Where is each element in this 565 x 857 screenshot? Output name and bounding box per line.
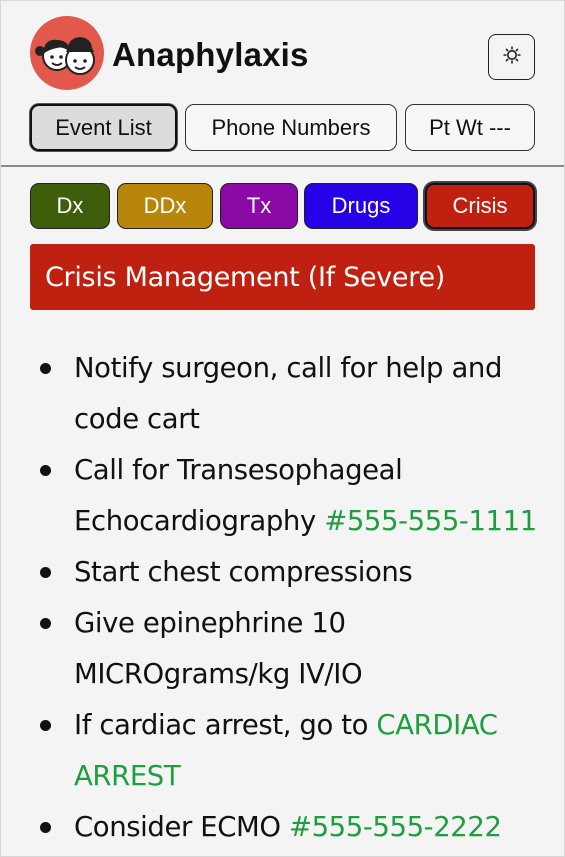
- two-faces-logo-icon: [30, 16, 104, 90]
- list-item: Give epinephrine 10 MICROgrams/kg IV/IO: [40, 598, 540, 700]
- tab-crisis[interactable]: Crisis: [425, 183, 535, 229]
- event-list-button[interactable]: Event List: [30, 104, 177, 151]
- app-title: Anaphylaxis: [112, 36, 309, 73]
- bullet-icon: [40, 618, 51, 629]
- tee-phone-link[interactable]: #555-555-1111: [324, 505, 537, 537]
- tab-tx[interactable]: Tx: [220, 183, 298, 229]
- item-text: If cardiac arrest, go to: [74, 709, 377, 741]
- item-text: Give epinephrine 10 MICROgrams/kg IV/IO: [74, 607, 363, 690]
- gear-icon: [501, 44, 523, 71]
- bullet-icon: [40, 363, 51, 374]
- tab-dx[interactable]: Dx: [30, 183, 110, 229]
- list-item: Call for Transesophageal Echocardiograph…: [40, 445, 540, 547]
- item-text: Notify surgeon, call for help and code c…: [74, 352, 502, 435]
- bullet-icon: [40, 567, 51, 578]
- tab-drugs[interactable]: Drugs: [304, 183, 418, 229]
- app-header: Anaphylaxis: [30, 16, 540, 91]
- bullet-icon: [40, 720, 51, 731]
- item-text: Start chest compressions: [74, 556, 413, 588]
- tab-ddx[interactable]: DDx: [117, 183, 213, 229]
- settings-button[interactable]: [488, 34, 535, 80]
- bullet-icon: [40, 465, 51, 476]
- patient-weight-button[interactable]: Pt Wt ---: [405, 104, 535, 151]
- list-item: If cardiac arrest, go to CARDIAC ARREST: [40, 700, 540, 802]
- section-title: Crisis Management (If Severe): [30, 244, 535, 310]
- divider: [0, 165, 565, 167]
- item-text: Consider ECMO: [74, 811, 289, 843]
- ecmo-phone-link[interactable]: #555-555-2222: [289, 811, 502, 843]
- list-item: Consider ECMO #555-555-2222: [40, 802, 540, 853]
- bullet-icon: [40, 822, 51, 833]
- phone-numbers-button[interactable]: Phone Numbers: [185, 104, 397, 151]
- crisis-steps-list: Notify surgeon, call for help and code c…: [40, 343, 540, 853]
- list-item: Start chest compressions: [40, 547, 540, 598]
- list-item: Notify surgeon, call for help and code c…: [40, 343, 540, 445]
